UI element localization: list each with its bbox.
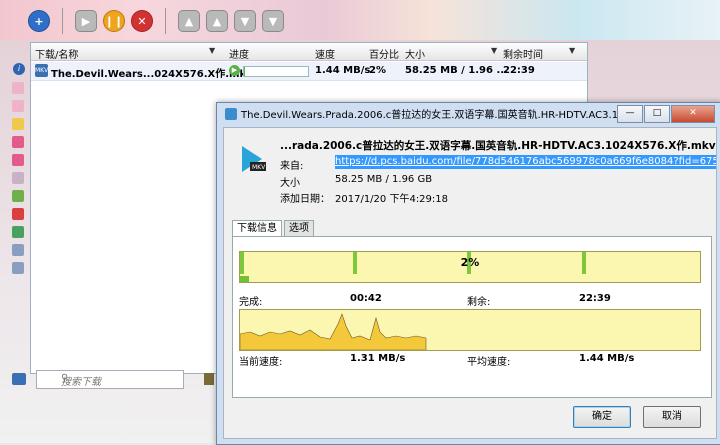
dialog-title: The.Devil.Wears.Prada.2006.c普拉达的女王.双语字幕.…: [225, 106, 645, 124]
table-row[interactable]: MKV The.Devil.Wears...024X576.X作.mkv ▶ 1…: [31, 62, 587, 81]
stop-icon[interactable]: ✕: [131, 10, 153, 32]
dialog-title-text: The.Devil.Wears.Prada.2006.c普拉达的女王.双语字幕.…: [241, 110, 645, 121]
row-speed: 1.44 MB/s: [315, 65, 371, 76]
progress-percent: 2%: [460, 256, 480, 269]
speed-graph-plot: [240, 313, 427, 350]
done-label: 完成:: [239, 297, 263, 308]
column-progress[interactable]: 进度: [229, 46, 249, 61]
current-speed-label: 当前速度:: [239, 357, 283, 368]
done-value: 00:42: [350, 293, 382, 304]
size-value: 58.25 MB / 1.96 GB: [335, 174, 433, 185]
chevron-down-icon[interactable]: ▼: [209, 46, 215, 55]
tab-download-info[interactable]: 下载信息: [232, 220, 282, 236]
download-info-panel: 2% 完成: 00:42 剩余: 22:39 当前速度: 1.31 MB/s 平…: [232, 236, 712, 398]
row-progress-bar: [243, 66, 309, 77]
move-bottom-icon[interactable]: ▼: [262, 10, 284, 32]
chevron-down-icon[interactable]: ▼: [569, 46, 575, 55]
file-name: ...rada.2006.c普拉达的女王.双语字幕.国英音轨.HR-HDTV.A…: [280, 140, 716, 152]
row-remaining: 22:39: [503, 65, 535, 76]
size-label: 大小: [280, 178, 300, 189]
column-remaining[interactable]: 剩余时间: [503, 46, 543, 61]
status-icon: [204, 373, 214, 385]
row-progress-fill: [244, 67, 246, 76]
sidebar-item-icon[interactable]: [12, 82, 24, 94]
column-size[interactable]: 大小: [405, 46, 425, 61]
sidebar-item-icon[interactable]: [12, 244, 24, 256]
list-header: 下载/名称 ▼ 进度 速度 百分比 大小 ▼ 剩余时间 ▼: [31, 43, 587, 61]
play-icon[interactable]: ▶: [229, 65, 240, 76]
close-icon[interactable]: ✕: [671, 105, 715, 123]
window-controls: — □ ✕: [617, 105, 715, 123]
add-icon[interactable]: +: [28, 10, 50, 32]
move-top-icon[interactable]: ▲: [178, 10, 200, 32]
column-speed[interactable]: 速度: [315, 46, 335, 61]
cancel-button[interactable]: 取消: [643, 406, 701, 428]
sidebar-item-icon[interactable]: [12, 154, 24, 166]
mkv-file-icon: MKV: [35, 64, 48, 77]
toolbar-separator: [165, 8, 166, 34]
average-speed-value: 1.44 MB/s: [579, 353, 635, 364]
svg-text:MKV: MKV: [252, 164, 266, 171]
sidebar: [8, 82, 28, 352]
speed-graph: [239, 309, 701, 351]
chevron-down-icon[interactable]: ▼: [491, 46, 497, 55]
pause-icon[interactable]: ❙❙: [103, 10, 125, 32]
torrent-icon[interactable]: [12, 208, 24, 220]
row-name: The.Devil.Wears...024X576.X作.mkv: [51, 69, 253, 80]
maximize-icon[interactable]: □: [644, 105, 670, 123]
source-url[interactable]: https://d.pcs.baidu.com/file/778d546176a…: [335, 155, 716, 169]
sidebar-item-icon[interactable]: [12, 136, 24, 148]
play-icon[interactable]: ▶: [75, 10, 97, 32]
move-down-icon[interactable]: ▼: [234, 10, 256, 32]
file-properties-dialog: The.Devil.Wears.Prada.2006.c普拉达的女王.双语字幕.…: [216, 102, 720, 445]
remain-value: 22:39: [579, 293, 611, 304]
date-label: 添加日期：: [280, 194, 330, 205]
remain-label: 剩余:: [467, 297, 491, 308]
dialog-body: MKV ...rada.2006.c普拉达的女王.双语字幕.国英音轨.HR-HD…: [223, 127, 717, 439]
minimize-icon[interactable]: —: [617, 105, 643, 123]
tab-bar: 下载信息 选项: [232, 220, 316, 236]
search-placeholder: 搜索下载: [61, 377, 101, 388]
average-speed-label: 平均速度:: [467, 357, 511, 368]
sidebar-item-icon[interactable]: [12, 172, 24, 184]
column-percent[interactable]: 百分比: [369, 46, 399, 61]
tab-options[interactable]: 选项: [284, 220, 314, 236]
progress-bar: 2%: [239, 251, 701, 283]
sidebar-item-icon[interactable]: [12, 262, 24, 274]
column-name[interactable]: 下载/名称: [35, 46, 78, 61]
monitor-icon[interactable]: [12, 373, 26, 385]
date-value: 2017/1/20 下午4:29:18: [335, 194, 449, 205]
sidebar-item-icon[interactable]: [12, 226, 24, 238]
app-icon: [225, 108, 237, 120]
search-input[interactable]: ⚲ 搜索下载: [36, 370, 184, 389]
current-speed-value: 1.31 MB/s: [350, 353, 406, 364]
toolbar: + ▶ ❙❙ ✕ ▲ ▲ ▼ ▼: [28, 6, 284, 36]
row-size: 58.25 MB / 1.96 ...: [405, 65, 508, 76]
move-up-icon[interactable]: ▲: [206, 10, 228, 32]
row-percent: 2%: [369, 65, 386, 76]
toolbar-separator: [62, 8, 63, 34]
folder-icon[interactable]: [12, 118, 24, 130]
sidebar-item-icon[interactable]: [12, 100, 24, 112]
ok-button[interactable]: 确定: [573, 406, 631, 428]
from-label: 来自:: [280, 161, 304, 172]
info-icon[interactable]: i: [13, 63, 25, 75]
progress-fill: [240, 276, 250, 282]
network-icon[interactable]: [12, 190, 24, 202]
video-file-icon: MKV: [242, 146, 266, 172]
